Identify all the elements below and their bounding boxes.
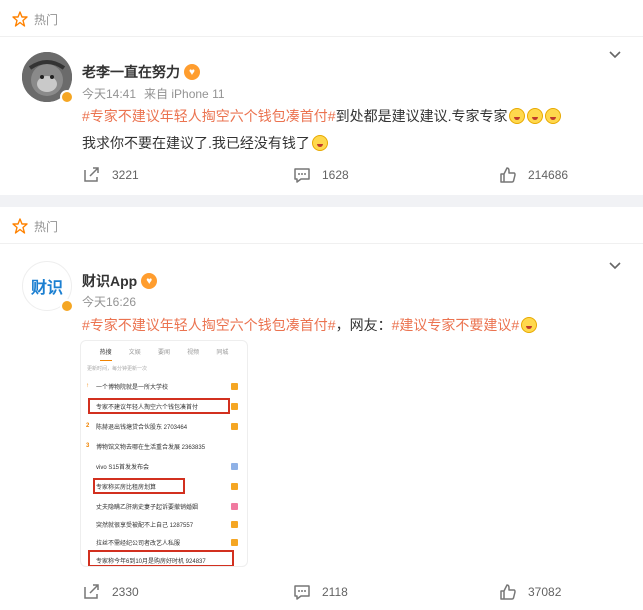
topic-link[interactable]: #专家不建议年轻人掏空六个钱包凑首付# xyxy=(82,108,336,124)
post-text: ，网友： xyxy=(335,317,392,333)
weibo-post-card: 热门 财识 财识App ♥ 今天16:26 #专家不建议年轻人掏空六个钱包凑首付… xyxy=(0,207,643,610)
user-name[interactable]: 老李一直在努力 ♥ xyxy=(82,62,200,82)
action-bar: 3221 1628 214686 xyxy=(0,160,643,190)
laugh-cry-emoji-icon xyxy=(527,108,544,124)
repost-button[interactable]: 3221 xyxy=(82,165,139,185)
embed-tab: 热搜 xyxy=(99,347,112,361)
embed-list-item: vivo S15首发发布会 xyxy=(86,459,242,473)
embed-list-item: 拉丝不需经纪公司者改艺人私服 xyxy=(86,535,242,549)
topic-link[interactable]: #专家不建议年轻人掏空六个钱包凑首付# xyxy=(82,317,336,333)
like-button[interactable]: 214686 xyxy=(498,165,568,185)
action-bar: 2330 2118 37082 xyxy=(0,579,643,609)
like-count: 214686 xyxy=(528,168,569,182)
hot-flame-icon xyxy=(12,11,28,27)
laugh-cry-emoji-icon xyxy=(545,108,562,124)
embed-tab: 文娱 xyxy=(128,350,141,356)
chevron-down-icon[interactable] xyxy=(607,46,623,62)
avatar-text: 财识 xyxy=(30,280,63,297)
comment-button[interactable]: 1628 xyxy=(292,165,349,185)
like-button[interactable]: 37082 xyxy=(498,582,561,602)
laugh-cry-emoji-icon xyxy=(521,317,538,333)
highlight-box xyxy=(88,550,234,566)
embed-list-item: ↑ 一个博物院就是一所大学校 xyxy=(86,379,242,393)
post-time[interactable]: 今天14:41 xyxy=(82,87,136,101)
topic-link[interactable]: #建议专家不要建议# xyxy=(392,317,520,333)
embed-tabs: 热搜 文娱 要闻 视频 同城 xyxy=(81,347,247,361)
post-text: 到处都是建议建议.专家专家 xyxy=(335,108,508,124)
post-time[interactable]: 今天16:26 xyxy=(82,295,136,309)
verified-badge-icon xyxy=(60,90,74,104)
embed-list-item: 3 博物馆文物去哪在生活重合发展 2363835 xyxy=(86,443,206,451)
hot-label: 热门 xyxy=(34,12,59,27)
hot-header: 热门 xyxy=(12,216,58,236)
thumbs-up-icon xyxy=(500,584,516,600)
embed-tab: 视频 xyxy=(187,350,200,356)
repost-icon xyxy=(84,167,99,182)
post-image[interactable]: 热搜 文娱 要闻 视频 同城 更新时间，每分钟更新一次 ↑ 一个博物院就是一所大学… xyxy=(80,340,248,567)
comment-icon xyxy=(294,585,310,600)
embed-tab: 要闻 xyxy=(157,350,170,356)
divider xyxy=(0,36,643,37)
verified-badge-icon xyxy=(60,299,74,313)
laugh-cry-emoji-icon xyxy=(509,108,526,124)
repost-button[interactable]: 2330 xyxy=(82,582,139,602)
weibo-post-card: 热门 老李一直在努力 ♥ 今天14:41 来自 iPhone 11 #专家不建议年… xyxy=(0,0,643,195)
embed-list-item: 突然就很享受被配不上自己 1287557 xyxy=(86,517,242,531)
comment-button[interactable]: 2118 xyxy=(292,582,348,602)
divider xyxy=(0,243,643,244)
hot-flame-icon xyxy=(12,218,28,234)
comment-count: 1628 xyxy=(322,168,349,182)
user-name[interactable]: 财识App ♥ xyxy=(82,271,158,291)
comment-icon xyxy=(294,168,310,183)
embed-tab: 同城 xyxy=(216,350,229,356)
fan-badge-icon: ♥ xyxy=(141,273,158,289)
post-text-line: 我求你不要在建议了.我已经没有钱了 xyxy=(82,133,328,153)
fan-badge-icon: ♥ xyxy=(184,64,200,80)
post-meta: 今天16:26 xyxy=(82,293,136,310)
post-source: 来自 iPhone 11 xyxy=(144,87,225,101)
hot-header: 热门 xyxy=(12,9,58,29)
repost-count: 3221 xyxy=(112,168,139,182)
highlight-box xyxy=(88,398,230,414)
highlight-box xyxy=(93,478,185,494)
embed-list-item: 2 陈赫退出钱塘贷合伙股东 2703464 xyxy=(86,419,242,433)
user-name-text: 老李一直在努力 xyxy=(82,64,180,80)
post-text: 我求你不要在建议了.我已经没有钱了 xyxy=(82,135,310,151)
crying-emoji-icon xyxy=(311,135,328,151)
post-text-line: #专家不建议年轻人掏空六个钱包凑首付#，网友：#建议专家不要建议# xyxy=(82,315,538,335)
repost-icon xyxy=(84,584,99,599)
post-text-line: #专家不建议年轻人掏空六个钱包凑首付#到处都是建议建议.专家专家 xyxy=(82,106,562,126)
embed-list-item: 丈夫隐瞒乙肝病史妻子起诉要撤销婚姻 xyxy=(86,499,242,513)
repost-count: 2330 xyxy=(112,585,139,599)
thumbs-up-icon xyxy=(500,167,516,183)
like-count: 37082 xyxy=(528,585,562,599)
post-meta: 今天14:41 来自 iPhone 11 xyxy=(82,85,225,102)
comment-count: 2118 xyxy=(322,585,348,599)
chevron-down-icon[interactable] xyxy=(607,257,623,273)
embed-subtitle: 更新时间，每分钟更新一次 xyxy=(87,366,148,372)
user-name-text: 财识App xyxy=(82,273,138,289)
hot-label: 热门 xyxy=(34,219,59,234)
